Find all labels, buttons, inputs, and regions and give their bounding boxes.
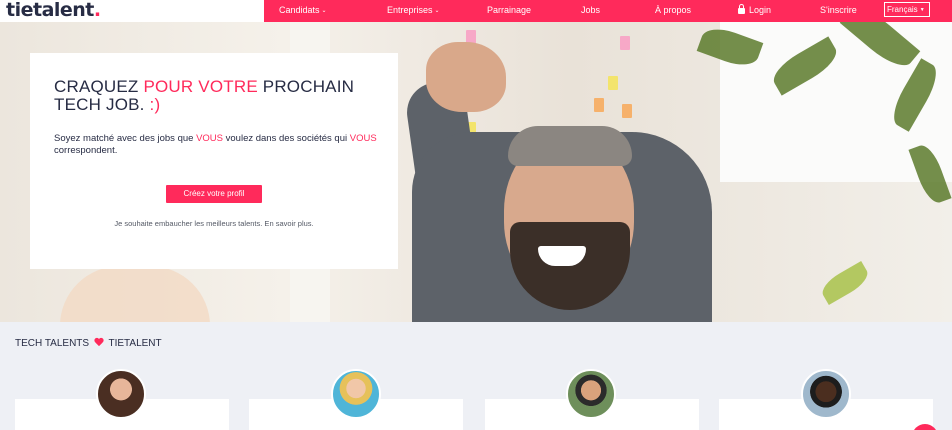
language-label: Français [887, 5, 918, 14]
avatar [331, 369, 381, 419]
nav-jobs[interactable]: Jobs [581, 0, 600, 22]
caret-down-icon: ▼ [919, 7, 925, 13]
hero-title: CRAQUEZ POUR VOTRE PROCHAIN TECH JOB. :) [54, 77, 355, 114]
heart-icon [94, 338, 104, 347]
sticky-note [594, 98, 604, 112]
talents-title-right: TIETALENT [108, 338, 162, 349]
nav-candidats[interactable]: Candidats ⌄ [279, 0, 327, 22]
top-navigation-bar: tietalent. Candidats ⌄ Entreprises ⌄ Parra… [0, 0, 952, 22]
sticky-note [620, 36, 630, 50]
chevron-down-icon: ⌄ [321, 8, 327, 14]
employer-link[interactable]: Je souhaite embaucher les meilleurs tale… [30, 219, 398, 228]
hero-background-person [60, 266, 210, 322]
avatar [566, 369, 616, 419]
sticky-note [608, 76, 618, 90]
talents-section-title: TECH TALENTS TIETALENT [15, 338, 162, 350]
talents-title-left: TECH TALENTS [15, 338, 90, 349]
nav-entreprises-label: Entreprises [387, 5, 433, 15]
plant-leaf [817, 260, 873, 306]
hero-person-hair [508, 126, 632, 166]
lock-icon [738, 4, 745, 14]
tietalent-logo[interactable]: tietalent. [6, 0, 101, 20]
nav-login[interactable]: Login [738, 0, 771, 22]
nav-candidats-label: Candidats [279, 5, 320, 15]
nav-apropos[interactable]: À propos [655, 0, 691, 22]
avatar [96, 369, 146, 419]
nav-entreprises[interactable]: Entreprises ⌄ [387, 0, 440, 22]
nav-parrainage[interactable]: Parrainage [487, 0, 531, 22]
language-selector[interactable]: Français ▼ [884, 2, 930, 17]
nav-inscrire[interactable]: S'inscrire [820, 0, 857, 22]
sticky-note [622, 104, 632, 118]
hero-person-hand [426, 42, 506, 112]
main-nav: Candidats ⌄ Entreprises ⌄ Parrainage Jobs … [264, 0, 952, 22]
chevron-down-icon: ⌄ [434, 8, 440, 14]
hero-subtitle: Soyez matché avec des jobs que VOUS voul… [54, 133, 377, 156]
hero-card: CRAQUEZ POUR VOTRE PROCHAIN TECH JOB. :)… [30, 53, 398, 269]
create-profile-button[interactable]: Créez votre profil [166, 185, 262, 203]
avatar [801, 369, 851, 419]
nav-login-label: Login [749, 5, 772, 15]
logo-area: tietalent. [0, 0, 264, 22]
